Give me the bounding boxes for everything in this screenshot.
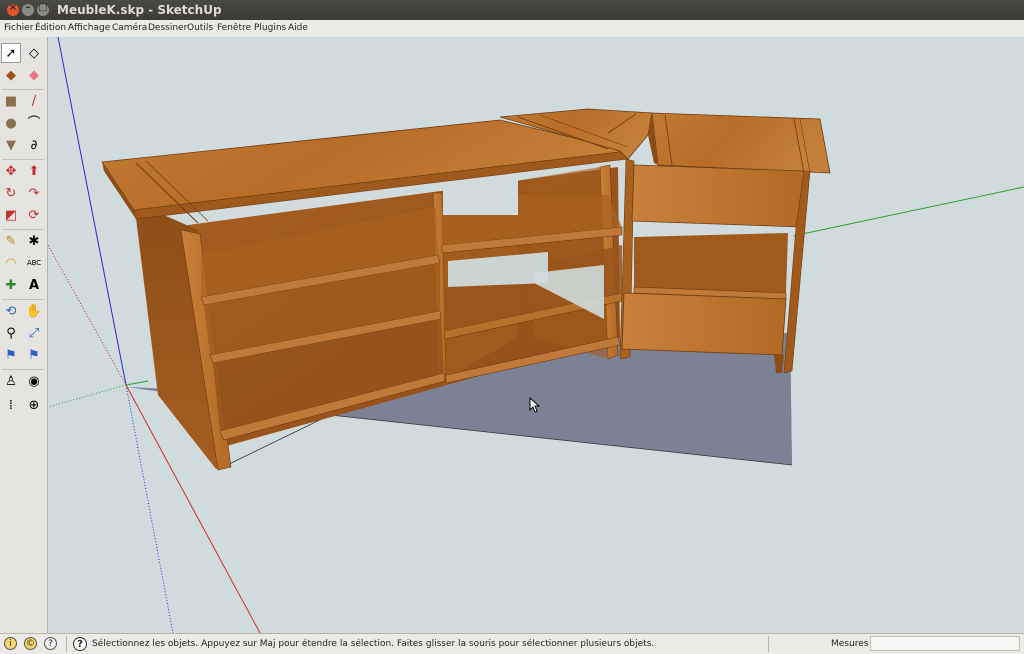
position-camera-icon[interactable]: ♙ bbox=[1, 371, 21, 391]
move-icon[interactable]: ✥ bbox=[1, 161, 21, 181]
previous-view-icon[interactable]: ⚑ bbox=[1, 345, 21, 365]
freehand-icon[interactable]: ∂ bbox=[24, 135, 44, 155]
push-pull-icon[interactable]: ⬆ bbox=[24, 161, 44, 181]
follow-me-icon[interactable]: ↷ bbox=[24, 183, 44, 203]
walk-icon[interactable]: ⁞ bbox=[1, 395, 21, 415]
circle-icon[interactable]: ● bbox=[1, 113, 21, 133]
look-around-icon[interactable]: ◉ bbox=[24, 371, 44, 391]
right-cabinet-drawer-top bbox=[631, 164, 805, 228]
menu-dessiner[interactable]: Dessiner bbox=[148, 23, 187, 33]
3d-text-icon[interactable]: A bbox=[24, 275, 44, 295]
close-window-button[interactable]: × bbox=[7, 2, 19, 16]
paint-bucket-icon[interactable]: ◆ bbox=[1, 65, 21, 85]
rotate-icon[interactable]: ↻ bbox=[1, 183, 21, 203]
menu-edition[interactable]: Édition bbox=[35, 23, 66, 33]
pencil-icon[interactable]: / bbox=[24, 91, 44, 111]
offset-icon[interactable]: ⟳ bbox=[24, 205, 44, 225]
red-axis-dotted bbox=[48, 244, 127, 386]
window-title: MeubleK.skp - SketchUp bbox=[57, 3, 222, 17]
model-viewport[interactable] bbox=[48, 37, 1024, 633]
orbit-icon[interactable]: ⟲ bbox=[1, 301, 21, 321]
pan-icon[interactable]: ✋ bbox=[24, 301, 44, 321]
blue-axis-dotted bbox=[125, 384, 174, 633]
select-icon[interactable]: ➚ bbox=[1, 43, 21, 63]
user-icon[interactable]: ? bbox=[44, 637, 57, 650]
menu-aide[interactable]: Aide bbox=[288, 23, 308, 33]
scene-drawing bbox=[48, 37, 1024, 633]
arc-icon[interactable]: ⌒ bbox=[24, 113, 44, 133]
tape-measure-icon[interactable]: ✎ bbox=[1, 231, 21, 251]
eraser-icon[interactable]: ◇ bbox=[24, 43, 44, 63]
blue-axis bbox=[57, 37, 127, 386]
tools-toolbar: ➚ ◇ ◆ ◆ ■ / ● ⌒ ▼ ∂ ✥ ⬆ ↻ ↷ ◩ ⟳ ✎ ✱ ◠ AB… bbox=[0, 37, 48, 633]
menu-bar: Fichier Édition Affichage Caméra Dessine… bbox=[0, 20, 1024, 38]
measures-input[interactable] bbox=[870, 636, 1020, 651]
right-cabinet-shelf bbox=[634, 233, 788, 293]
section-plane-icon[interactable]: ⊕ bbox=[24, 395, 44, 415]
mouse-cursor-icon bbox=[529, 397, 541, 413]
axes-icon[interactable]: ✚ bbox=[1, 275, 21, 295]
menu-camera[interactable]: Caméra bbox=[112, 23, 147, 33]
menu-fichier[interactable]: Fichier bbox=[4, 23, 33, 33]
status-message: Sélectionnez les objets. Appuyez sur Maj… bbox=[92, 639, 655, 649]
maximize-window-button[interactable]: □ bbox=[37, 2, 49, 16]
rectangle-icon[interactable]: ■ bbox=[1, 91, 21, 111]
geolocation-icon[interactable]: i bbox=[4, 637, 17, 650]
status-bar: i © ? ? Sélectionnez les objets. Appuyez… bbox=[0, 633, 1024, 654]
eraser-pink-icon[interactable]: ◆ bbox=[24, 65, 44, 85]
next-view-icon[interactable]: ⚑ bbox=[24, 345, 44, 365]
text-icon[interactable]: ABC bbox=[24, 253, 44, 273]
menu-outils[interactable]: Outils bbox=[187, 23, 213, 33]
green-axis-dotted bbox=[48, 384, 127, 408]
zoom-icon[interactable]: ⚲ bbox=[1, 323, 21, 343]
dimension-icon[interactable]: ✱ bbox=[24, 231, 44, 251]
green-axis bbox=[787, 186, 1024, 238]
green-axis-near bbox=[125, 380, 149, 386]
menu-affichage[interactable]: Affichage bbox=[68, 23, 110, 33]
measures-label: Mesures bbox=[831, 639, 869, 649]
zoom-extents-icon[interactable]: ⤢ bbox=[24, 323, 44, 343]
title-bar: × – □ MeubleK.skp - SketchUp bbox=[0, 0, 1024, 20]
credits-icon[interactable]: © bbox=[24, 637, 37, 650]
menu-fenetre[interactable]: Fenêtre bbox=[217, 23, 251, 33]
scale-icon[interactable]: ◩ bbox=[1, 205, 21, 225]
menu-plugins[interactable]: Plugins bbox=[254, 23, 286, 33]
protractor-icon[interactable]: ◠ bbox=[1, 253, 21, 273]
help-icon[interactable]: ? bbox=[73, 637, 87, 651]
minimize-window-button[interactable]: – bbox=[22, 2, 34, 16]
right-cabinet-top bbox=[651, 112, 831, 174]
polygon-icon[interactable]: ▼ bbox=[1, 135, 21, 155]
right-cabinet-drawer-bottom bbox=[621, 292, 787, 356]
